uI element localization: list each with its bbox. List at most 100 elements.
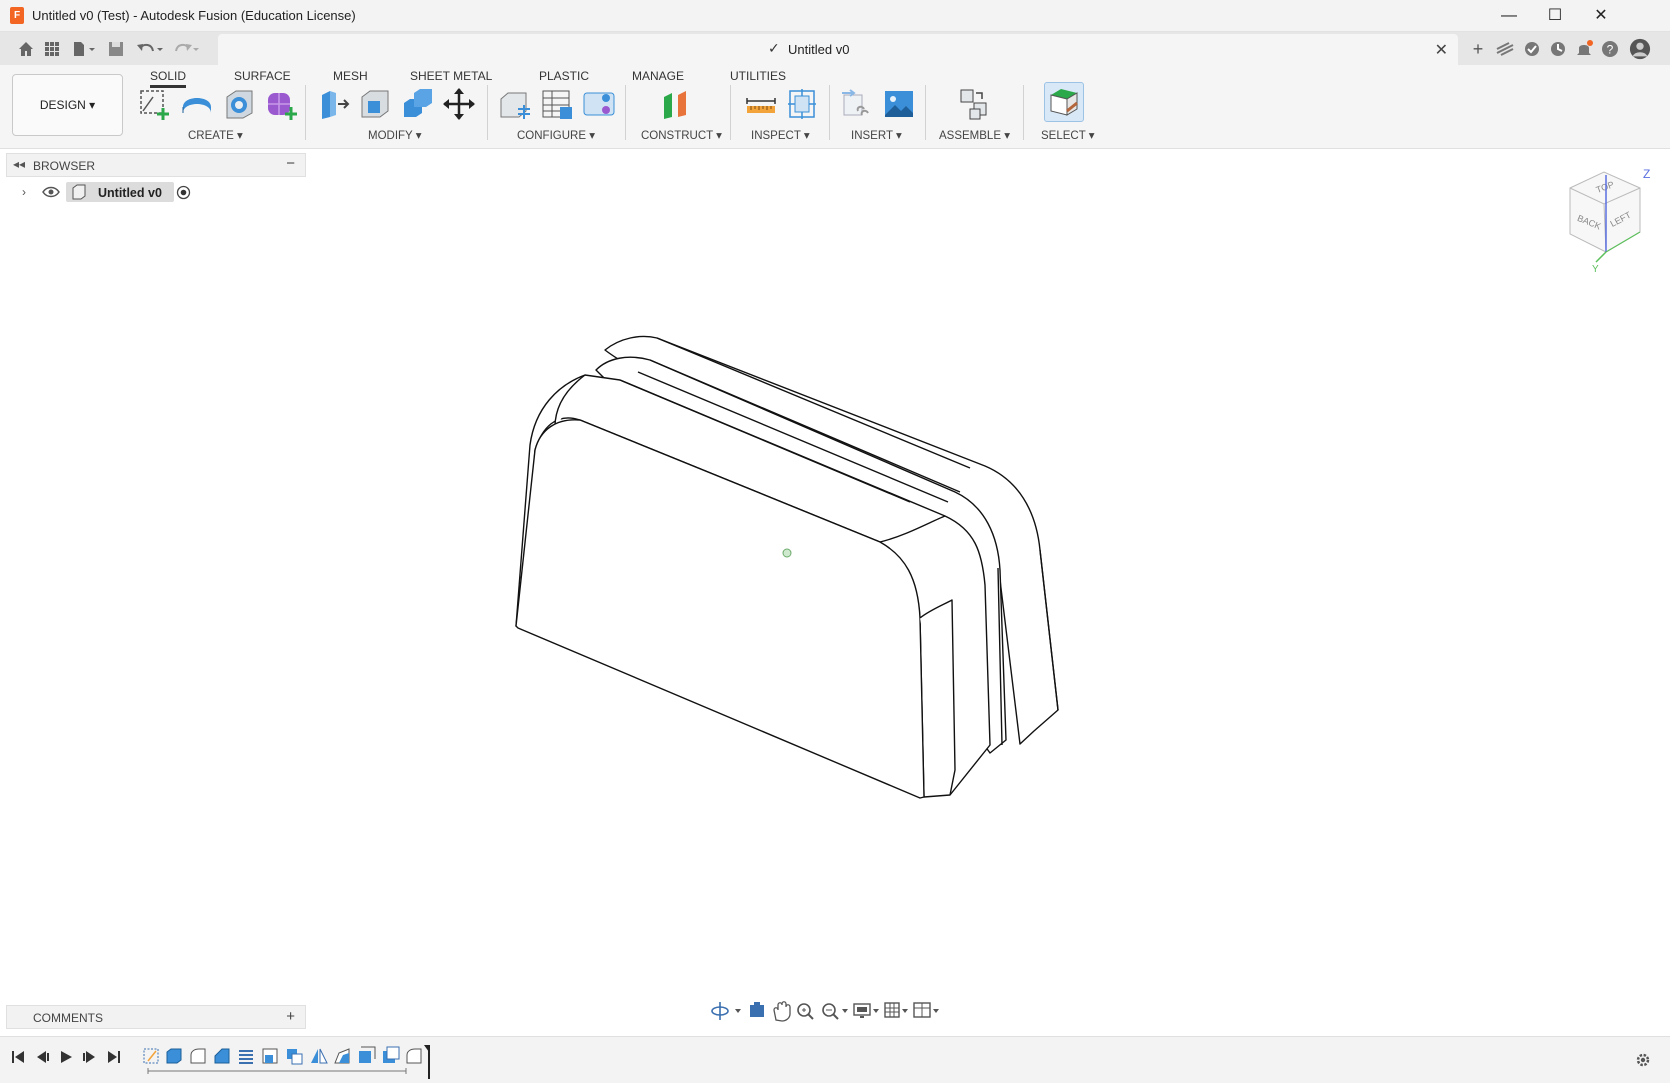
tab-surface[interactable]: SURFACE [234,69,291,83]
tab-sheet-metal[interactable]: SHEET METAL [410,69,492,83]
timeline-mirror-icon[interactable] [311,1048,328,1064]
select-menu[interactable]: SELECT ▾ [1041,128,1095,142]
display-settings-icon[interactable] [853,1003,879,1018]
pan-hand-icon[interactable] [773,1001,791,1022]
zoom-window-icon[interactable] [797,1003,814,1020]
ribbon-toolbar: DESIGN ▾ SOLID SURFACE MESH SHEET METAL … [0,65,1670,149]
online-status-icon[interactable] [1522,38,1542,60]
user-avatar[interactable] [1628,38,1652,60]
undo-icon[interactable] [134,38,164,60]
toolbar-separator [625,85,626,140]
construct-menu[interactable]: CONSTRUCT ▾ [641,128,722,142]
play-icon[interactable] [58,1049,74,1065]
save-icon[interactable] [106,38,126,60]
notifications-bell-icon[interactable] [1574,38,1594,60]
assemble-menu[interactable]: ASSEMBLE ▾ [939,128,1010,142]
shell-icon[interactable] [400,87,434,121]
insert-menu[interactable]: INSERT ▾ [851,128,902,142]
timeline-offset-icon[interactable] [262,1048,278,1064]
step-back-icon[interactable] [34,1049,50,1065]
tab-plastic[interactable]: PLASTIC [539,69,589,83]
create-sketch-icon[interactable] [137,87,171,121]
redo-icon[interactable] [170,38,200,60]
revolve-icon[interactable] [222,87,256,121]
comments-panel-header[interactable]: COMMENTS + [6,1005,306,1029]
timeline-combine-icon[interactable] [287,1049,303,1065]
configure-rules-icon[interactable] [582,87,616,121]
timeline-marker[interactable] [424,1045,430,1079]
orbit-icon[interactable] [711,1002,741,1020]
close-window-button[interactable]: ✕ [1578,4,1624,28]
timeline-press-pull-icon[interactable] [359,1046,376,1063]
tab-mesh[interactable]: MESH [333,69,368,83]
workspace-switcher-button[interactable]: DESIGN ▾ [12,74,123,136]
create-menu[interactable]: CREATE ▾ [188,128,243,142]
tab-manage[interactable]: MANAGE [632,69,684,83]
minimize-button[interactable]: — [1486,4,1532,28]
look-at-icon[interactable] [750,1002,764,1017]
title-bar: F Untitled v0 (Test) - Autodesk Fusion (… [0,0,1670,32]
zoom-icon[interactable] [822,1003,848,1020]
toolbar-separator [487,85,488,140]
configure-menu[interactable]: CONFIGURE ▾ [517,128,595,142]
step-forward-icon[interactable] [82,1049,98,1065]
grid-apps-icon[interactable] [42,38,62,60]
fusion-app-icon: F [10,7,24,24]
insert-derive-icon[interactable] [840,87,874,121]
solid-body-model[interactable] [515,335,1059,799]
select-tool-highlight[interactable] [1044,82,1084,122]
section-analysis-icon[interactable] [786,87,820,121]
go-to-start-icon[interactable] [10,1049,26,1065]
press-pull-icon[interactable] [316,87,350,121]
extrude-icon[interactable] [180,87,214,121]
new-component-icon[interactable] [958,87,992,121]
timeline-draft-icon[interactable] [334,1048,350,1064]
configure-parameters-icon[interactable] [498,87,532,121]
go-to-end-icon[interactable] [106,1049,122,1065]
fillet-icon[interactable] [358,87,392,121]
inspect-menu[interactable]: INSPECT ▾ [751,128,810,142]
toolbar-separator [829,85,830,140]
measure-icon[interactable] [744,87,778,121]
view-cube[interactable]: TOP BACK LEFT Z Y [1569,167,1650,275]
timeline-shell-icon[interactable] [239,1050,253,1064]
timeline-fillet-final-icon[interactable] [406,1048,422,1064]
window-title: Untitled v0 (Test) - Autodesk Fusion (Ed… [32,8,356,23]
maximize-button[interactable]: ☐ [1532,4,1578,28]
file-menu-icon[interactable] [70,38,98,60]
timeline-chamfer-icon[interactable] [214,1048,230,1064]
document-tab[interactable]: ✓ Untitled v0 ✕ [218,34,1458,65]
saved-check-icon: ✓ [768,40,780,56]
timeline-split-icon[interactable] [383,1046,400,1063]
comments-title: COMMENTS [33,1011,103,1025]
viewports-icon[interactable] [913,1002,939,1018]
insert-canvas-icon[interactable] [882,87,916,121]
create-form-icon[interactable] [264,87,298,121]
tab-utilities[interactable]: UTILITIES [730,69,786,83]
3d-viewport[interactable]: TOP BACK LEFT Z Y [0,150,1670,1036]
y-axis-label: Y [1592,264,1599,275]
toolbar-separator [305,85,306,140]
offset-plane-icon[interactable] [660,87,694,121]
extensions-icon[interactable] [1494,38,1516,60]
timeline-extrude-icon[interactable] [166,1048,182,1064]
close-tab-icon[interactable]: ✕ [1435,40,1448,60]
move-copy-icon[interactable] [442,87,476,121]
new-tab-plus-icon[interactable]: + [1468,38,1488,60]
help-icon[interactable]: ? [1600,38,1620,60]
timeline-fillet-icon[interactable] [190,1048,206,1064]
grid-snaps-icon[interactable] [884,1002,908,1018]
home-icon[interactable] [16,38,36,60]
modify-menu[interactable]: MODIFY ▾ [368,128,421,142]
configuration-table-icon[interactable] [540,87,574,121]
select-icon [1050,89,1078,116]
timeline-features[interactable] [140,1043,430,1079]
job-status-icon[interactable] [1548,38,1568,60]
toolbar-separator [1023,85,1024,140]
timeline-sketch-icon[interactable] [143,1048,159,1064]
add-comment-button[interactable]: + [286,1008,295,1025]
navigation-bar [711,1001,939,1022]
toolbar-separator [925,85,926,140]
tab-solid[interactable]: SOLID [150,69,187,88]
timeline-settings-gear-icon[interactable] [1634,1051,1652,1069]
